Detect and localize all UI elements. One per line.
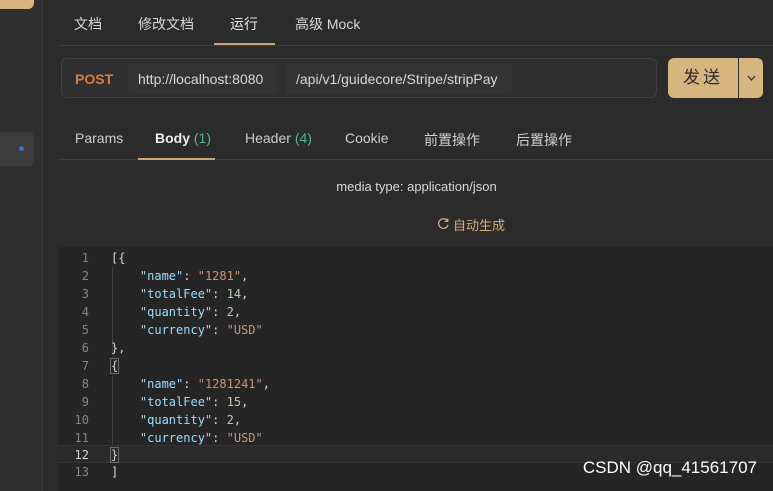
auto-generate-button[interactable]: 自动生成 bbox=[437, 215, 505, 234]
status-dot-icon bbox=[19, 146, 24, 151]
host-field[interactable]: http://localhost:8080 bbox=[128, 64, 276, 94]
tab-pre-ops[interactable]: 前置操作 bbox=[424, 130, 480, 150]
tab-body-label: Body bbox=[155, 130, 190, 146]
main-panel: 文档 修改文档 运行 高级 Mock POST http://localhost… bbox=[58, 0, 773, 491]
code-line: 1 [{ bbox=[58, 249, 773, 267]
auto-generate-label: 自动生成 bbox=[453, 218, 506, 233]
code-line: 7 { bbox=[58, 357, 773, 375]
code-line: 6 }, bbox=[58, 339, 773, 357]
active-tab-underline bbox=[214, 43, 275, 45]
refresh-icon bbox=[437, 217, 450, 233]
tab-body[interactable]: Body (1) bbox=[155, 130, 211, 146]
item-2-name: 1281241 bbox=[204, 377, 256, 391]
path-input[interactable]: /api/v1/guidecore/Stripe/stripPay bbox=[286, 64, 512, 94]
item-1-total-fee: 14 bbox=[226, 287, 242, 301]
line-number: 5 bbox=[81, 323, 89, 337]
item-2-currency: USD bbox=[233, 431, 256, 445]
code-line: 8 "name": "1281241", bbox=[58, 375, 773, 393]
sidebar-top-tab[interactable] bbox=[0, 0, 34, 9]
send-dropdown-button[interactable] bbox=[739, 58, 763, 98]
body-tab-underline bbox=[138, 158, 215, 160]
watermark: CSDN @qq_41561707 bbox=[582, 458, 757, 477]
http-method[interactable]: POST bbox=[75, 71, 113, 87]
chevron-down-icon bbox=[747, 75, 755, 81]
send-button[interactable]: 发送 bbox=[668, 58, 738, 98]
media-type-text: media type: application/json bbox=[336, 179, 497, 194]
line-number: 10 bbox=[74, 413, 89, 427]
line-number: 2 bbox=[81, 269, 89, 283]
left-sidebar bbox=[0, 0, 43, 491]
tab-run[interactable]: 运行 bbox=[230, 14, 258, 34]
tab-edit-docs[interactable]: 修改文档 bbox=[138, 14, 194, 34]
request-sub-tabs: Params Body (1) Header (4) Cookie 前置操作 后… bbox=[58, 116, 773, 160]
host-text: http://localhost:8080 bbox=[138, 71, 264, 87]
item-2-total-fee: 15 bbox=[226, 395, 242, 409]
code-line: 10 "quantity": 2, bbox=[58, 411, 773, 429]
header-count-badge: (4) bbox=[294, 130, 312, 146]
line-number: 3 bbox=[81, 287, 89, 301]
line-number: 8 bbox=[81, 377, 89, 391]
top-tab-bar: 文档 修改文档 运行 高级 Mock bbox=[58, 0, 773, 46]
item-2-quantity: 2 bbox=[226, 413, 234, 427]
tab-header-label: Header bbox=[245, 130, 291, 146]
media-type-label: media type: application/json bbox=[58, 179, 773, 194]
item-1-currency: USD bbox=[233, 323, 256, 337]
url-bar: POST http://localhost:8080 /api/v1/guide… bbox=[61, 58, 657, 98]
line-number: 9 bbox=[81, 395, 89, 409]
bracket-match: } bbox=[109, 447, 120, 463]
item-1-quantity: 2 bbox=[226, 305, 234, 319]
line-number: 4 bbox=[81, 305, 89, 319]
body-count-badge: (1) bbox=[193, 130, 212, 146]
code-line: 5 "currency": "USD" bbox=[58, 321, 773, 339]
line-number: 6 bbox=[81, 341, 89, 355]
line-number: 7 bbox=[81, 359, 89, 373]
code-line: 4 "quantity": 2, bbox=[58, 303, 773, 321]
sidebar-active-item[interactable] bbox=[0, 132, 34, 166]
line-number: 1 bbox=[81, 251, 89, 265]
tab-header[interactable]: Header (4) bbox=[245, 130, 312, 146]
tab-docs[interactable]: 文档 bbox=[74, 14, 102, 34]
tab-params[interactable]: Params bbox=[75, 130, 123, 146]
tab-cookie[interactable]: Cookie bbox=[345, 130, 389, 146]
code-line: 3 "totalFee": 14, bbox=[58, 285, 773, 303]
code-line: 2 "name": "1281", bbox=[58, 267, 773, 285]
item-1-name: 1281 bbox=[204, 269, 234, 283]
tab-post-ops[interactable]: 后置操作 bbox=[516, 130, 572, 150]
line-number: 12 bbox=[74, 448, 89, 462]
path-text: /api/v1/guidecore/Stripe/stripPay bbox=[296, 71, 498, 87]
bracket-match: { bbox=[109, 358, 120, 374]
line-number: 13 bbox=[74, 465, 89, 479]
json-body-editor[interactable]: 1 [{ 2 "name": "1281", 3 "totalFee": 14,… bbox=[58, 247, 773, 491]
code-line: 9 "totalFee": 15, bbox=[58, 393, 773, 411]
tab-advanced-mock[interactable]: 高级 Mock bbox=[295, 14, 360, 34]
